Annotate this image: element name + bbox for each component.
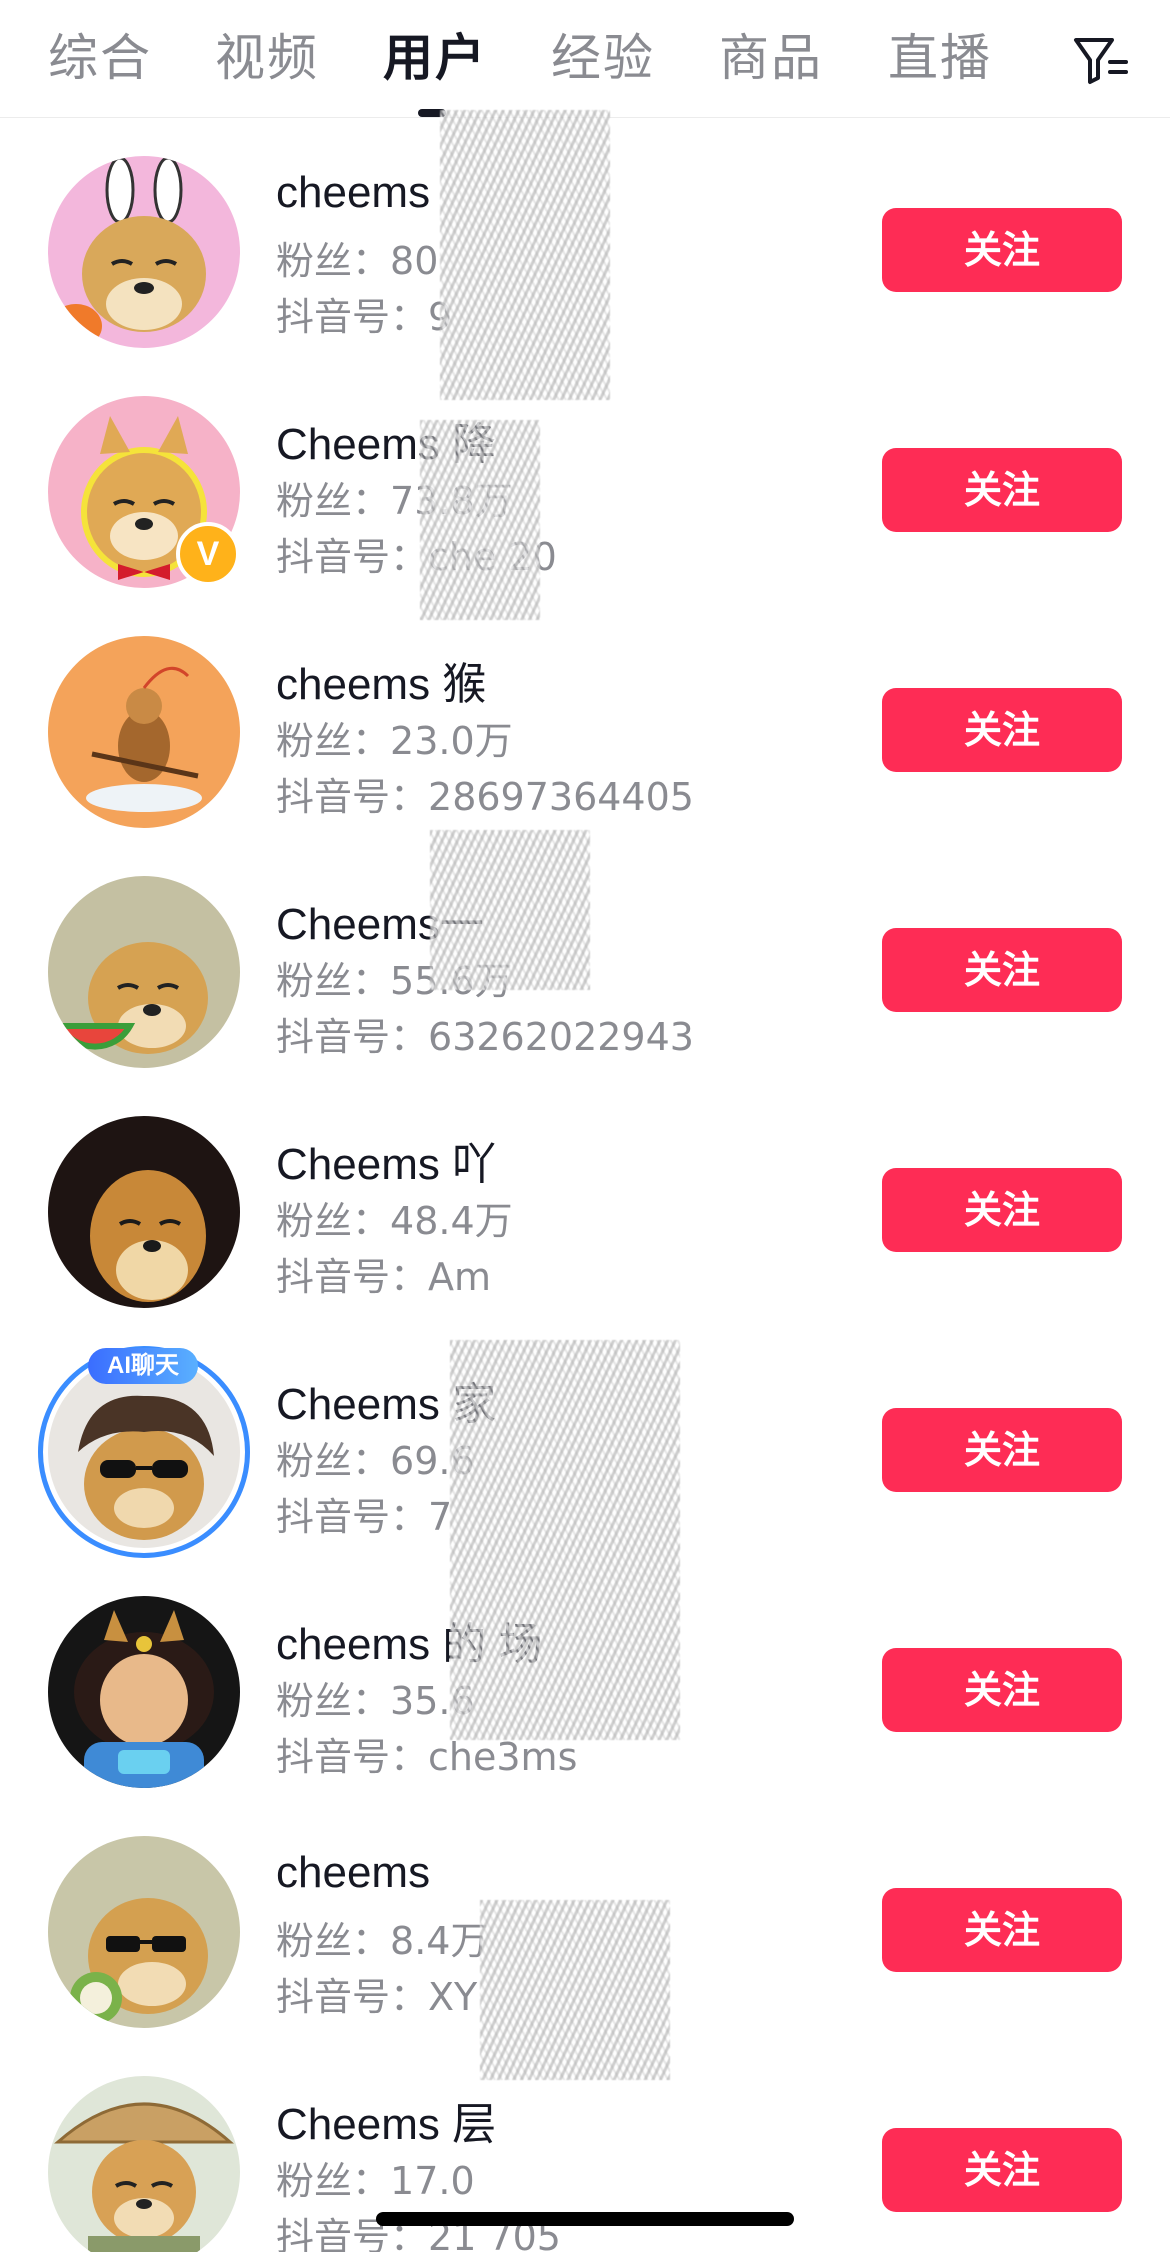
- avatar[interactable]: [48, 1836, 240, 2028]
- user-name[interactable]: Cheems 吖: [276, 1128, 496, 1192]
- follow-button[interactable]: 关注: [882, 1648, 1122, 1732]
- tab-live[interactable]: 直播: [888, 26, 992, 90]
- avatar[interactable]: [48, 1116, 240, 1308]
- avatar[interactable]: [48, 876, 240, 1068]
- follow-button[interactable]: 关注: [882, 1168, 1122, 1252]
- fans-count: 粉丝：48.4万: [276, 1199, 513, 1243]
- home-indicator: [376, 2212, 794, 2226]
- ai-chat-badge: AI聊天: [88, 1348, 198, 1384]
- fans-count: 粉丝：69.6: [276, 1439, 475, 1483]
- follow-button[interactable]: 关注: [882, 448, 1122, 532]
- avatar[interactable]: [48, 1356, 240, 1548]
- search-results-page: 综合 视频 用户 经验 商品 直播 cheems 粉丝：80 抖音号： 关注 V…: [0, 0, 1170, 2252]
- tab-experience[interactable]: 经验: [551, 26, 655, 90]
- redaction-mark: [430, 830, 590, 990]
- douyin-id: 抖音号：9: [276, 295, 452, 339]
- follow-button[interactable]: 关注: [882, 1888, 1122, 1972]
- redaction-mark: [440, 110, 610, 400]
- filter-icon[interactable]: [1070, 28, 1134, 92]
- tab-general[interactable]: 综合: [48, 26, 152, 90]
- redaction-mark: [450, 1340, 680, 1740]
- fans-count: 粉丝：17.0: [276, 2159, 475, 2203]
- avatar[interactable]: [48, 156, 240, 348]
- user-name[interactable]: cheems: [276, 168, 430, 218]
- tab-users[interactable]: 用户: [383, 26, 487, 90]
- verified-badge: V: [176, 522, 240, 586]
- search-tab-bar: 综合 视频 用户 经验 商品 直播: [0, 0, 1170, 118]
- user-row[interactable]: Cheems 吖 粉丝：48.4万 抖音号：Am 关注: [0, 1078, 1170, 1318]
- douyin-id: 抖音号：Am: [276, 1255, 492, 1299]
- follow-button[interactable]: 关注: [882, 928, 1122, 1012]
- tab-products[interactable]: 商品: [719, 26, 823, 90]
- follow-button[interactable]: 关注: [882, 688, 1122, 772]
- follow-button[interactable]: 关注: [882, 2128, 1122, 2212]
- user-name[interactable]: cheems: [276, 1848, 430, 1898]
- fans-count: 粉丝：23.0万: [276, 719, 513, 763]
- fans-count: 粉丝：35.6: [276, 1679, 475, 1723]
- redaction-mark: [420, 420, 540, 620]
- avatar[interactable]: [48, 1596, 240, 1788]
- avatar[interactable]: [48, 2076, 240, 2252]
- user-name[interactable]: cheems 猴: [276, 648, 486, 712]
- fans-count: 粉丝：80: [276, 239, 439, 283]
- avatar[interactable]: [48, 636, 240, 828]
- user-row[interactable]: cheems 猴 粉丝：23.0万 抖音号：28697364405 关注: [0, 598, 1170, 838]
- douyin-id: 抖音号：7: [276, 1495, 453, 1539]
- tab-video[interactable]: 视频: [215, 26, 319, 90]
- douyin-id: 抖音号：28697364405: [276, 775, 694, 819]
- douyin-id: 抖音号：XY: [276, 1975, 478, 2019]
- fans-count: 粉丝：8.4万: [276, 1919, 489, 1963]
- redaction-mark: [480, 1900, 670, 2080]
- follow-button[interactable]: 关注: [882, 208, 1122, 292]
- user-name[interactable]: Cheems 层: [276, 2088, 496, 2152]
- douyin-id: 抖音号：63262022943: [276, 1015, 694, 1059]
- follow-button[interactable]: 关注: [882, 1408, 1122, 1492]
